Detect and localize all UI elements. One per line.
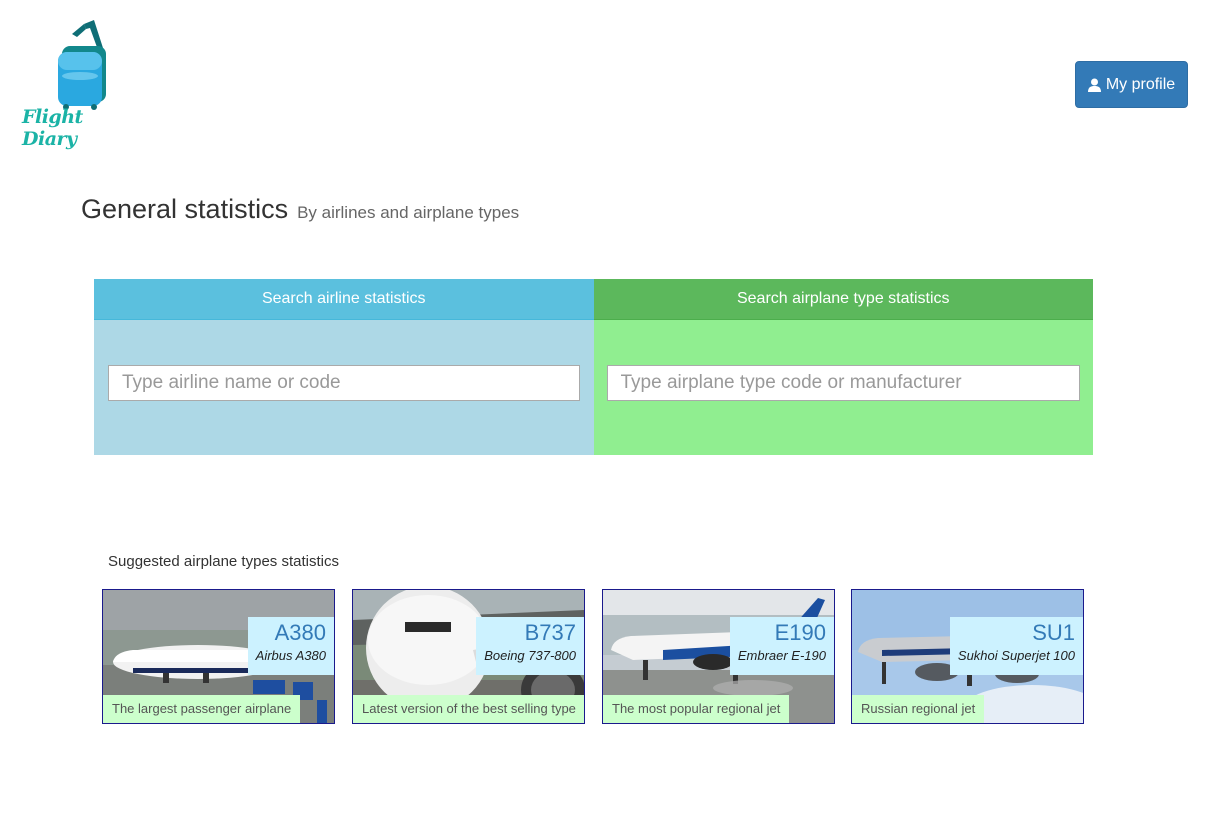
- airline-search-panel: Search airline statistics: [94, 279, 594, 455]
- card-name: Airbus A380: [255, 648, 326, 663]
- airplane-card-a380[interactable]: A380 Airbus A380 The largest passenger a…: [102, 589, 335, 724]
- airplane-type-search-heading: Search airplane type statistics: [593, 279, 1093, 320]
- card-name: Boeing 737-800: [484, 648, 576, 663]
- card-code-box: B737 Boeing 737-800: [476, 617, 584, 675]
- card-code-box: A380 Airbus A380: [247, 617, 334, 675]
- suggested-label: Suggested airplane types statistics: [108, 553, 339, 570]
- airplane-card-su1[interactable]: SU1 Sukhoi Superjet 100 Russian regional…: [851, 589, 1084, 724]
- my-profile-label: My profile: [1105, 75, 1176, 93]
- user-icon: [1087, 78, 1101, 92]
- card-description: The largest passenger airplane: [103, 695, 301, 723]
- airplane-type-search-input[interactable]: [606, 365, 1080, 401]
- airline-search-input[interactable]: [108, 365, 580, 401]
- airline-search-heading: Search airline statistics: [94, 279, 594, 320]
- airplane-card-e190[interactable]: E190 Embraer E-190 The most popular regi…: [602, 589, 835, 724]
- card-name: Sukhoi Superjet 100: [957, 648, 1075, 663]
- card-description: Russian regional jet: [852, 695, 985, 723]
- card-description: The most popular regional jet: [603, 695, 790, 723]
- card-code: A380: [274, 620, 326, 645]
- card-code: E190: [774, 620, 826, 645]
- card-name: Embraer E-190: [737, 648, 826, 663]
- card-code: B737: [524, 620, 576, 645]
- search-panels: Search airline statistics Search airplan…: [94, 279, 1093, 455]
- card-code: SU1: [1032, 620, 1075, 645]
- my-profile-button[interactable]: My profile: [1075, 61, 1188, 108]
- card-code-box: SU1 Sukhoi Superjet 100: [949, 617, 1083, 675]
- airplane-type-search-panel: Search airplane type statistics: [593, 279, 1093, 455]
- app-logo[interactable]: Flight Diary: [22, 20, 138, 150]
- page-header: General statistics By airlines and airpl…: [81, 194, 519, 225]
- logo-text: Flight Diary: [22, 106, 83, 150]
- suitcase-icon: [58, 20, 106, 110]
- page-title: General statistics: [81, 194, 289, 224]
- card-description: Latest version of the best selling type: [353, 695, 584, 723]
- airplane-card-b737[interactable]: B737 Boeing 737-800 Latest version of th…: [352, 589, 585, 724]
- suggested-cards: A380 Airbus A380 The largest passenger a…: [102, 589, 1092, 724]
- page-subtitle: By airlines and airplane types: [297, 203, 520, 222]
- card-code-box: E190 Embraer E-190: [729, 617, 834, 675]
